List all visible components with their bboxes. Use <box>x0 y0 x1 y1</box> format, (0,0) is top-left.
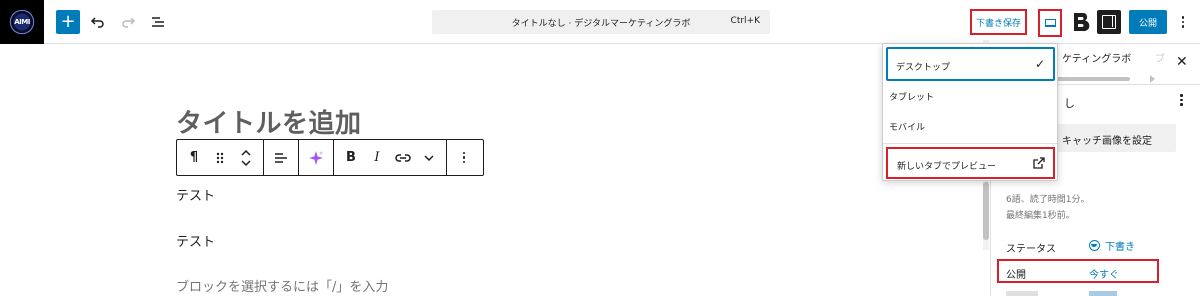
sparkle-icon[interactable] <box>305 146 327 170</box>
list-view-icon <box>152 17 164 27</box>
block-toolbar-group-block: ¶ <box>177 140 264 175</box>
tab-scroll-arrow-icon[interactable] <box>1150 75 1155 83</box>
editor-top-bar: AIMI + タイトルなし · デジタルマーケティングラボ Ctrl+K 下書き… <box>0 0 1200 44</box>
block-options-button[interactable] <box>453 146 475 170</box>
drag-handle-icon[interactable] <box>209 146 231 170</box>
paragraph-icon[interactable]: ¶ <box>183 146 205 170</box>
preview-tablet-option[interactable]: タブレット <box>889 90 934 103</box>
status-value-button[interactable]: 下書き <box>1089 238 1135 253</box>
options-button[interactable] <box>1174 10 1192 34</box>
undo-icon <box>90 17 104 28</box>
publish-date-button[interactable]: 今すぐ <box>1089 266 1119 281</box>
publish-date-label: 公開 <box>1006 270 1026 281</box>
desktop-icon <box>1044 19 1056 27</box>
dot <box>1181 25 1185 28</box>
preview-new-tab-option[interactable]: 新しいタブでプレビュー <box>886 147 1055 179</box>
undo-button[interactable] <box>86 10 110 34</box>
save-draft-button[interactable]: 下書き保存 <box>970 9 1027 35</box>
chevron-shape <box>424 154 434 161</box>
save-draft-label: 下書き保存 <box>975 18 1021 29</box>
menu-divider <box>883 143 1057 144</box>
document-title: タイトルなし · デジタルマーケティングラボ <box>511 19 691 29</box>
featured-image-label: キャッチ画像を設定 <box>1062 136 1152 147</box>
dot <box>462 160 466 164</box>
preview-new-tab-label: 新しいタブでプレビュー <box>897 162 997 172</box>
cut-off-label <box>1006 291 1038 296</box>
dot <box>1181 20 1185 24</box>
cut-off-value <box>1089 291 1117 296</box>
close-icon: ✕ <box>1176 54 1188 70</box>
post-summary-title: し <box>1064 97 1075 110</box>
link-icon[interactable] <box>392 146 414 170</box>
paragraph-block[interactable]: テスト <box>176 185 215 204</box>
block-toolbar-group-format: B I <box>334 140 447 175</box>
dot <box>1180 98 1183 101</box>
plugin-button[interactable] <box>1072 12 1090 32</box>
paragraph-block[interactable]: テスト <box>176 231 215 250</box>
block-toolbar-group-options <box>447 140 481 175</box>
site-logo-icon: AIMI <box>9 9 35 35</box>
document-overview-button[interactable] <box>146 10 170 34</box>
more-vertical-icon <box>462 151 466 155</box>
bold-glyph: B <box>346 150 356 165</box>
check-icon: ✓ <box>1034 57 1045 71</box>
block-toolbar-group-ai <box>299 140 334 175</box>
sidebar-tab-post[interactable]: ケティングラボ <box>1062 50 1131 65</box>
editor-canvas <box>0 45 990 296</box>
link-shape <box>395 153 411 162</box>
paragraph-glyph: ¶ <box>189 150 199 165</box>
chevron-down-icon[interactable] <box>418 146 440 170</box>
add-block-button[interactable]: + <box>56 10 80 34</box>
block-toolbar: ¶ B I <box>176 139 484 176</box>
status-value: 下書き <box>1105 242 1135 253</box>
close-sidebar-button[interactable]: ✕ <box>1176 54 1188 70</box>
italic-glyph: I <box>374 150 380 165</box>
dot <box>1180 103 1183 106</box>
publish-button[interactable]: 公開 <box>1129 10 1167 34</box>
sparkle-shape <box>309 150 323 165</box>
block-toolbar-group-align <box>264 140 299 175</box>
dot <box>462 156 466 159</box>
word-count: 6語、読了時間1分。 <box>1006 195 1090 205</box>
preview-desktop-label: デスクトップ <box>896 63 951 73</box>
preview-button[interactable] <box>1038 9 1062 37</box>
b-logo-icon <box>1074 12 1090 32</box>
publish-label: 公開 <box>1138 18 1157 29</box>
last-edited: 最終編集1秒前。 <box>1006 211 1075 221</box>
italic-button[interactable]: I <box>366 146 388 170</box>
post-actions-button[interactable] <box>1180 94 1183 106</box>
status-label: ステータス <box>1006 244 1056 255</box>
align-lines <box>275 152 287 163</box>
move-arrows <box>241 149 251 166</box>
bold-button[interactable]: B <box>340 146 362 170</box>
plus-icon: + <box>60 11 76 32</box>
redo-button[interactable] <box>116 10 140 34</box>
sidebar-tab-block[interactable]: ブ <box>1155 50 1165 65</box>
drag-dots <box>216 152 224 163</box>
external-link-icon <box>1033 157 1045 169</box>
preview-desktop-option[interactable]: デスクトップ ✓ <box>886 47 1055 81</box>
sidebar-tab-scroll <box>1055 77 1130 81</box>
sidebar-icon <box>1102 15 1116 29</box>
document-bar[interactable]: タイトルなし · デジタルマーケティングラボ Ctrl+K <box>432 10 770 34</box>
site-logo-text: AIMI <box>14 18 30 26</box>
post-title-input[interactable]: タイトルを追加 <box>176 103 362 140</box>
move-up-down-icon[interactable] <box>235 146 257 170</box>
site-logo-button[interactable]: AIMI <box>0 0 44 44</box>
align-left-icon[interactable] <box>270 146 292 170</box>
more-vertical-icon <box>1181 16 1185 19</box>
settings-sidebar-toggle[interactable] <box>1097 10 1121 34</box>
scrollbar-thumb[interactable] <box>983 182 989 240</box>
command-shortcut: Ctrl+K <box>730 16 760 26</box>
block-appender-placeholder[interactable]: ブロックを選択するには「/」を入力 <box>176 276 388 295</box>
redo-icon <box>122 17 136 28</box>
more-vertical-icon <box>1180 94 1183 97</box>
draft-status-icon <box>1089 240 1100 251</box>
preview-mobile-option[interactable]: モバイル <box>889 120 925 133</box>
